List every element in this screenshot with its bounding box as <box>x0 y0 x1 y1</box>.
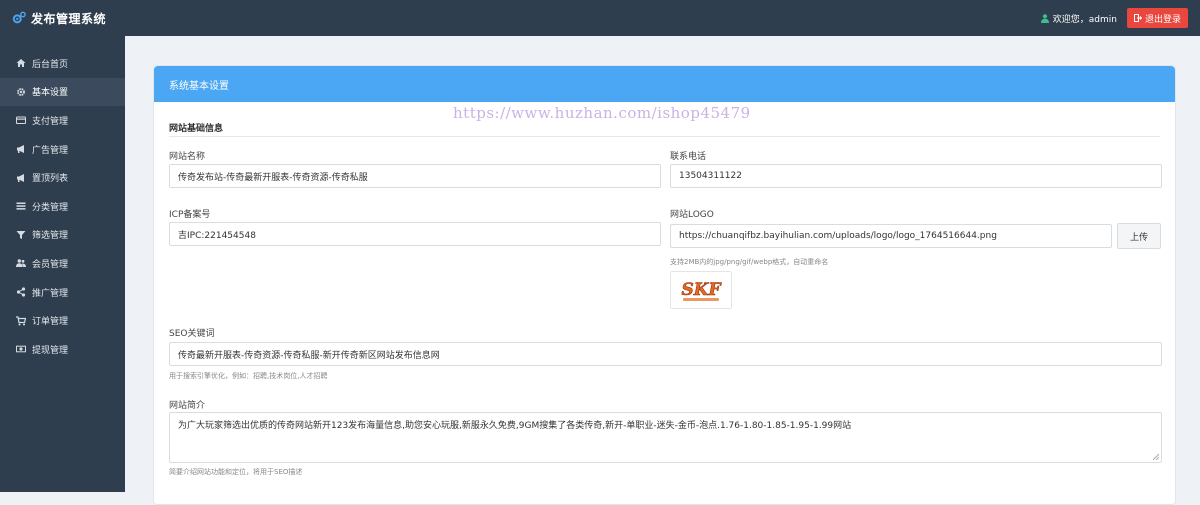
sidebar-item-payment[interactable]: 支付管理 <box>0 106 125 135</box>
logo-image-text: SKF <box>681 280 722 300</box>
sidebar-item-filters[interactable]: 筛选管理 <box>0 221 125 250</box>
sidebar-item-label: 广告管理 <box>32 145 69 156</box>
top-bar: 发布管理系统 欢迎您，admin 退出登录 <box>0 0 1200 36</box>
site-name-input[interactable]: 传奇发布站-传奇最新开服表-传奇资源-传奇私服 <box>169 164 661 188</box>
sidebar-item-orders[interactable]: 订单管理 <box>0 306 125 335</box>
section-title: 网站基础信息 <box>169 124 224 134</box>
sidebar: 后台首页 基本设置 支付管理 广告管理 置顶列表 分类管理 筛选管理 会员管理 … <box>0 36 125 492</box>
sidebar-item-label: 筛选管理 <box>32 231 69 242</box>
sidebar-item-label: 分类管理 <box>32 202 69 213</box>
welcome-label: 欢迎您，admin <box>1052 14 1117 25</box>
sidebar-item-pinned-list[interactable]: 置顶列表 <box>0 163 125 192</box>
seo-keywords-hint: 用于搜索引擎优化，例如：招聘,技术岗位,人才招聘 <box>169 372 328 380</box>
app-title: 发布管理系统 <box>31 11 107 26</box>
gear-icon <box>17 87 25 96</box>
watermark: https://www.huzhan.com/ishop45479 <box>453 104 751 122</box>
money-icon <box>16 345 26 353</box>
list-icon <box>16 202 26 210</box>
logo-label: 网站LOGO <box>670 210 714 220</box>
sidebar-item-label: 订单管理 <box>32 317 69 328</box>
logo-preview: SKF <box>670 271 732 309</box>
users-icon <box>16 259 26 268</box>
panel-header: 系统基本设置 <box>154 66 1175 102</box>
sidebar-item-label: 提现管理 <box>32 345 69 356</box>
cart-icon <box>16 316 26 326</box>
site-name-label: 网站名称 <box>169 152 206 162</box>
home-icon <box>16 59 26 68</box>
bullhorn-icon <box>17 145 24 154</box>
sidebar-item-promotion[interactable]: 推广管理 <box>0 278 125 307</box>
top-right: 欢迎您，admin 退出登录 <box>1040 8 1200 28</box>
sidebar-item-label: 置顶列表 <box>32 174 69 185</box>
phone-label: 联系电话 <box>670 152 707 162</box>
settings-panel: 系统基本设置 网站基础信息 网站名称 传奇发布站-传奇最新开服表-传奇资源-传奇… <box>153 65 1176 505</box>
description-textarea[interactable]: 为广大玩家筛选出优质的传奇网站新开123发布海量信息,助您安心玩服,新服永久免费… <box>169 412 1162 463</box>
logo-url-input[interactable]: https://chuanqifbz.bayihulian.com/upload… <box>670 224 1112 248</box>
logout-button[interactable]: 退出登录 <box>1126 8 1188 28</box>
sidebar-item-label: 支付管理 <box>32 116 69 127</box>
gears-icon <box>12 11 26 24</box>
icp-input[interactable]: 吉IPC:221454548 <box>169 222 661 246</box>
panel-title: 系统基本设置 <box>169 80 229 92</box>
share-icon <box>16 287 26 297</box>
logo-hint: 支持2MB内的jpg/png/gif/webp格式，自动重命名 <box>670 258 829 266</box>
sidebar-item-basic-settings[interactable]: 基本设置 <box>0 77 125 107</box>
credit-card-icon <box>16 116 26 125</box>
upload-button[interactable]: 上传 <box>1117 223 1161 249</box>
filter-icon <box>16 230 26 239</box>
seo-keywords-input[interactable]: 传奇最新开服表-传奇资源-传奇私服-新开传奇新区网站发布信息网 <box>169 342 1162 366</box>
description-hint: 简要介绍网站功能和定位，将用于SEO描述 <box>169 468 303 476</box>
logo-image: SKF <box>681 280 723 301</box>
sidebar-item-categories[interactable]: 分类管理 <box>0 192 125 221</box>
icp-label: ICP备案号 <box>169 210 211 220</box>
bullhorn-icon <box>17 173 24 182</box>
description-label: 网站简介 <box>169 401 206 411</box>
sidebar-item-label: 会员管理 <box>32 259 69 270</box>
sidebar-item-ads[interactable]: 广告管理 <box>0 135 125 164</box>
sidebar-item-home[interactable]: 后台首页 <box>0 49 125 78</box>
sidebar-item-members[interactable]: 会员管理 <box>0 249 125 278</box>
seo-keywords-label: SEO关键词 <box>169 329 215 339</box>
section-divider <box>169 136 1160 137</box>
sidebar-item-label: 基本设置 <box>32 88 69 99</box>
logout-label: 退出登录 <box>1144 14 1181 25</box>
sidebar-item-label: 推广管理 <box>32 288 69 299</box>
sign-out-icon <box>1133 14 1142 22</box>
resize-handle-icon[interactable] <box>1153 454 1159 460</box>
user-icon <box>1040 13 1049 23</box>
sidebar-item-withdrawals[interactable]: 提现管理 <box>0 335 125 364</box>
brand[interactable]: 发布管理系统 <box>0 0 125 36</box>
welcome-text: 欢迎您，admin <box>1040 12 1117 25</box>
phone-input[interactable]: 13504311122 <box>670 164 1162 188</box>
sidebar-item-label: 后台首页 <box>32 59 69 70</box>
description-text: 为广大玩家筛选出优质的传奇网站新开123发布海量信息,助您安心玩服,新服永久免费… <box>178 421 852 431</box>
